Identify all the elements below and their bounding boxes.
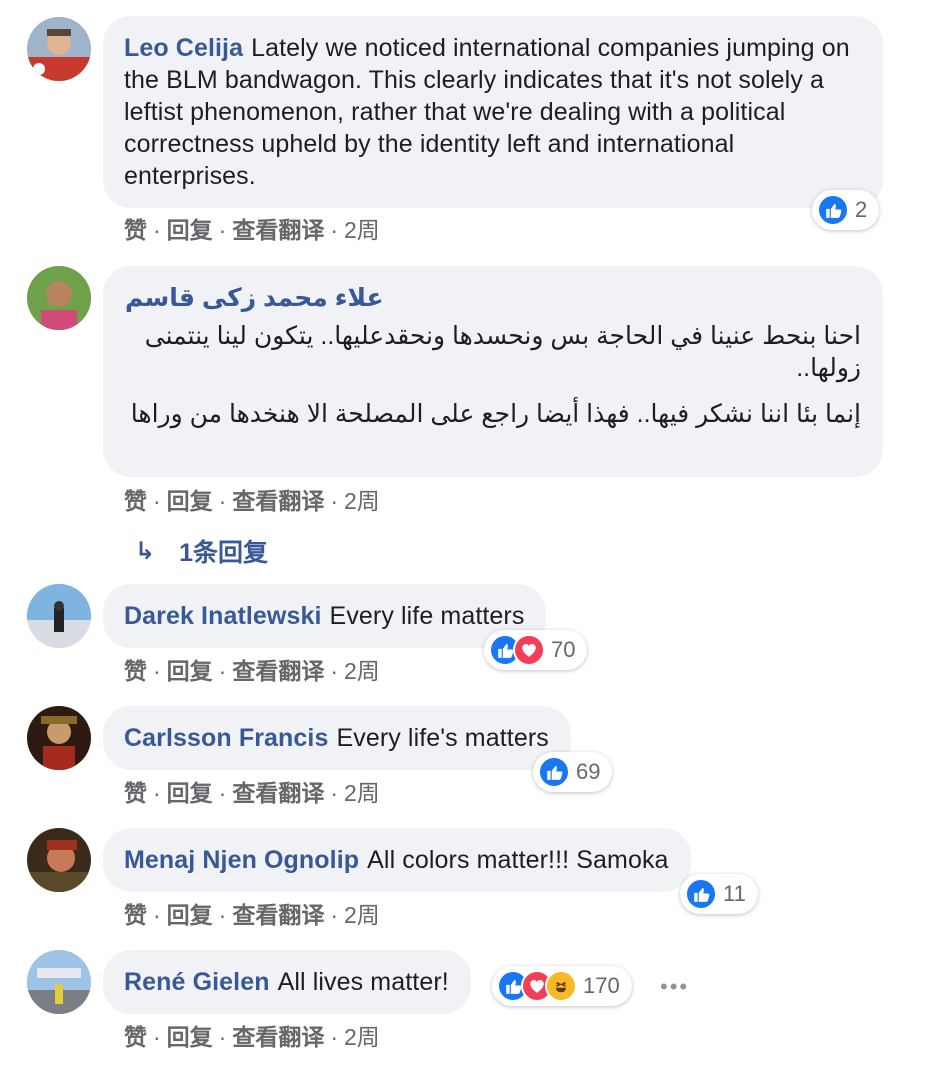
reaction-count: 11 [723,881,746,906]
comment-author[interactable]: علاء محمد زكى قاسم [104,282,861,314]
comment-actions: 赞 · 回复 · 查看翻译 · 2周 [124,217,380,243]
reaction-summary[interactable]: 69 [533,752,613,792]
user-avatar-icon [27,17,91,81]
reaction-summary[interactable]: 70 [484,630,588,670]
comment-bubble: Leo Celija Lately we noticed internationa… [103,16,883,208]
like-button[interactable]: 赞 [124,658,147,684]
reaction-count: 170 [583,973,620,998]
reply-button[interactable]: 回复 [167,780,213,806]
reply-button[interactable]: 回复 [167,217,213,243]
avatar[interactable] [27,584,91,648]
comment-text: All lives matter! [277,968,449,996]
comment-author[interactable]: Darek Inatlewski [124,602,322,630]
reaction-count: 70 [551,637,576,662]
comment-paragraph: احنا بنحط عنينا في الحاجة بس ونحسدها ونح… [144,322,861,382]
comment-actions: 赞 · 回复 · 查看翻译 · 2周 [124,488,380,514]
reply-button[interactable]: 回复 [167,902,213,928]
comment-text: Every life's matters [336,724,549,752]
translate-button[interactable]: 查看翻译 [232,780,324,806]
avatar[interactable] [27,17,91,81]
comment-actions: 赞 · 回复 · 查看翻译 · 2周 [124,658,380,684]
comment-time[interactable]: 2周 [344,1024,380,1050]
reply-button[interactable]: 回复 [167,488,213,514]
comment-text: Every life matters [329,602,525,630]
replies-count-label: 1条回复 [179,539,269,567]
avatar[interactable] [27,828,91,892]
like-reaction-icon [817,194,849,226]
comment-actions: 赞 · 回复 · 查看翻译 · 2周 [124,902,380,928]
reaction-summary[interactable]: 2 [812,190,880,230]
comment-time[interactable]: 2周 [344,780,380,806]
comment-actions: 赞 · 回复 · 查看翻译 · 2周 [124,780,380,806]
comment-bubble: Menaj Njen Ognolip All colors matter!!! S… [103,828,691,892]
translate-button[interactable]: 查看翻译 [232,488,324,514]
translate-button[interactable]: 查看翻译 [232,902,324,928]
avatar[interactable] [27,706,91,770]
like-button[interactable]: 赞 [124,488,147,514]
user-avatar-icon [27,828,91,892]
like-reaction-icon [685,878,717,910]
reaction-count: 2 [855,197,868,222]
comment-author[interactable]: Carlsson Francis [124,724,328,752]
comment-author[interactable]: Leo Celija [124,34,243,62]
comment-bubble: علاء محمد زكى قاسم احنا بنحط عنينا في ال… [103,266,883,477]
like-button[interactable]: 赞 [124,780,147,806]
translate-button[interactable]: 查看翻译 [232,658,324,684]
user-avatar-icon [27,266,91,330]
view-replies-link[interactable]: ↳ 1条回复 [135,533,268,569]
like-button[interactable]: 赞 [124,217,147,243]
comment-time[interactable]: 2周 [344,658,380,684]
like-button[interactable]: 赞 [124,1024,147,1050]
reply-button[interactable]: 回复 [167,658,213,684]
reply-arrow-icon: ↳ [135,537,156,565]
comment-bubble: Carlsson Francis Every life's matters [103,706,571,770]
reply-button[interactable]: 回复 [167,1024,213,1050]
reaction-summary[interactable]: 170 [492,966,632,1006]
comment-author[interactable]: Menaj Njen Ognolip [124,846,359,874]
comment-time[interactable]: 2周 [344,488,380,514]
reaction-summary[interactable]: 11 [680,874,758,914]
translate-button[interactable]: 查看翻译 [232,1024,324,1050]
like-button[interactable]: 赞 [124,902,147,928]
comment-text: All colors matter!!! Samoka [367,846,669,874]
haha-reaction-icon [545,970,577,1002]
user-avatar-icon [27,706,91,770]
translate-button[interactable]: 查看翻译 [232,217,324,243]
comment-time[interactable]: 2周 [344,217,380,243]
more-options-icon[interactable]: ••• [660,974,689,1000]
comment-actions: 赞 · 回复 · 查看翻译 · 2周 [124,1024,380,1050]
reaction-count: 69 [576,759,601,784]
user-avatar-icon [27,584,91,648]
comment-author[interactable]: René Gielen [124,968,270,996]
avatar[interactable] [27,950,91,1014]
like-reaction-icon [538,756,570,788]
avatar[interactable] [27,266,91,330]
comment-bubble: Darek Inatlewski Every life matters [103,584,547,648]
comment-time[interactable]: 2周 [344,902,380,928]
comment-paragraph: إنما بئا اننا نشكر فيها.. فهذا أيضا راجع… [130,400,861,428]
user-avatar-icon [27,950,91,1014]
love-reaction-icon [513,634,545,666]
comment-bubble: René Gielen All lives matter! [103,950,471,1014]
